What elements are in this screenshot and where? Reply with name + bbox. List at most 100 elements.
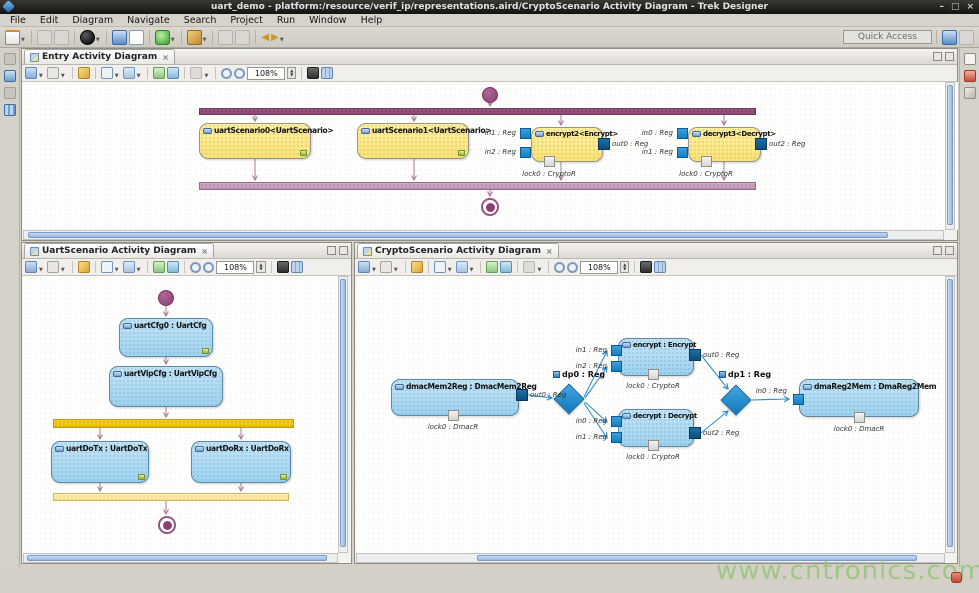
port-lock0[interactable] xyxy=(854,412,865,423)
port-lock0[interactable] xyxy=(648,440,659,451)
node-uartDoRx[interactable]: uartDoRx : UartDoRx xyxy=(191,441,291,483)
perspective-icon[interactable] xyxy=(959,30,974,45)
port-out0[interactable] xyxy=(598,138,610,150)
wand-icon[interactable] xyxy=(187,30,202,45)
chevron-down-icon[interactable]: ▼ xyxy=(372,267,376,273)
export-diagram-icon[interactable] xyxy=(486,261,498,273)
restore-view-icon[interactable] xyxy=(4,87,16,99)
port-lock0[interactable] xyxy=(448,410,459,421)
snapshot-icon[interactable] xyxy=(277,261,289,273)
save-icon[interactable] xyxy=(37,30,52,45)
save-all-icon[interactable] xyxy=(54,30,69,45)
chevron-down-icon[interactable]: ▼ xyxy=(280,37,284,43)
arrange-icon[interactable] xyxy=(25,261,37,273)
join-bar[interactable] xyxy=(53,493,289,501)
scroll-thumb[interactable] xyxy=(947,279,953,547)
chevron-down-icon[interactable]: ▼ xyxy=(61,73,65,79)
open-perspective-icon[interactable] xyxy=(942,30,957,45)
chevron-down-icon[interactable]: ▼ xyxy=(115,73,119,79)
debug-icon[interactable] xyxy=(80,30,95,45)
final-node[interactable] xyxy=(158,516,176,534)
import-diagram-icon[interactable] xyxy=(500,261,512,273)
spin-down-icon[interactable]: ▼ xyxy=(623,267,626,271)
port-out0[interactable] xyxy=(689,349,701,361)
chevron-down-icon[interactable]: ▼ xyxy=(203,37,207,43)
uart-canvas[interactable]: uartCfg0 : UartCfg uartVipCfg : UartVipC… xyxy=(23,276,338,553)
run-icon[interactable] xyxy=(155,30,170,45)
maximize-view-icon[interactable] xyxy=(945,246,954,255)
title-bar[interactable]: uart_demo - platform:/resource/verif_ip/… xyxy=(0,0,979,14)
port-in2[interactable] xyxy=(520,147,531,158)
zoom-stepper[interactable]: ▲ ▼ xyxy=(620,261,629,273)
chevron-down-icon[interactable]: ▼ xyxy=(39,267,43,273)
vertical-scrollbar[interactable] xyxy=(338,276,348,553)
chevron-down-icon[interactable]: ▼ xyxy=(137,73,141,79)
scroll-thumb[interactable] xyxy=(28,232,888,238)
select-shape-icon[interactable] xyxy=(101,67,113,79)
vertical-scrollbar[interactable] xyxy=(945,82,955,230)
restore-view-icon[interactable] xyxy=(4,53,16,65)
entry-canvas[interactable]: uartScenario0<UartScenario> uartScenario… xyxy=(23,82,958,230)
decision-dp0[interactable] xyxy=(553,383,584,414)
snapshot-icon[interactable] xyxy=(640,261,652,273)
node-uartScenario1[interactable]: uartScenario1<UartScenario> xyxy=(357,123,469,159)
close-icon[interactable]: × xyxy=(546,247,553,256)
port-in1[interactable] xyxy=(677,147,688,158)
minimize-view-icon[interactable] xyxy=(933,52,942,61)
arrange-icon[interactable] xyxy=(25,67,37,79)
port-in1[interactable] xyxy=(611,345,622,356)
snapshot-icon[interactable] xyxy=(307,67,319,79)
layers-wand-icon[interactable] xyxy=(78,261,90,273)
minimize-view-icon[interactable] xyxy=(933,246,942,255)
port-in1[interactable] xyxy=(611,432,622,443)
scroll-thumb[interactable] xyxy=(340,279,346,547)
palette-icon[interactable] xyxy=(964,53,976,65)
node-uartVipCfg[interactable]: uartVipCfg : UartVipCfg xyxy=(109,366,223,407)
menu-window[interactable]: Window xyxy=(302,15,353,26)
grid-toggle-icon[interactable] xyxy=(654,261,666,273)
menu-run[interactable]: Run xyxy=(270,15,302,26)
zoom-out-icon[interactable] xyxy=(234,68,245,79)
crypto-canvas[interactable]: dmacMem2Reg : DmacMem2Reg out0 : Reg loc… xyxy=(356,276,945,553)
chevron-down-icon[interactable]: ▼ xyxy=(61,267,65,273)
menu-search[interactable]: Search xyxy=(177,15,224,26)
close-icon[interactable]: × xyxy=(201,247,208,256)
port-in0[interactable] xyxy=(611,416,622,427)
document-icon[interactable] xyxy=(129,30,144,45)
layers-wand-icon[interactable] xyxy=(411,261,423,273)
arrange-icon[interactable] xyxy=(358,261,370,273)
layers-wand-icon[interactable] xyxy=(78,67,90,79)
node-uartDoTx[interactable]: uartDoTx : UartDoTx xyxy=(51,441,149,483)
scroll-thumb[interactable] xyxy=(27,555,327,561)
node-decrypt3[interactable]: decrypt3<Decrypt> xyxy=(688,127,761,162)
zoom-stepper[interactable]: ▲ ▼ xyxy=(256,261,265,273)
minimize-button[interactable]: – xyxy=(939,2,944,12)
port-out2[interactable] xyxy=(755,138,767,150)
tab-cryptoscenario-activity-diagram[interactable]: CryptoScenario Activity Diagram × xyxy=(357,243,559,258)
minimize-view-icon[interactable] xyxy=(327,246,336,255)
port-lock0[interactable] xyxy=(544,156,555,167)
tab-uartscenario-activity-diagram[interactable]: UartScenario Activity Diagram × xyxy=(24,243,214,258)
zoom-out-icon[interactable] xyxy=(203,262,214,273)
import-diagram-icon[interactable] xyxy=(167,261,179,273)
chevron-down-icon[interactable]: ▼ xyxy=(96,37,100,43)
open-view-icon[interactable] xyxy=(112,30,127,45)
join-bar[interactable] xyxy=(199,182,756,190)
chevron-down-icon[interactable]: ▼ xyxy=(21,37,25,43)
final-node[interactable] xyxy=(481,198,499,216)
selection-tool-icon[interactable] xyxy=(964,87,976,99)
align-icon[interactable] xyxy=(123,67,135,79)
chevron-down-icon[interactable]: ▼ xyxy=(394,267,398,273)
grid-toggle-icon[interactable] xyxy=(321,67,333,79)
maximize-button[interactable]: □ xyxy=(951,2,960,12)
zoom-in-icon[interactable] xyxy=(554,262,565,273)
zoom-level-input[interactable]: 108% xyxy=(216,261,254,274)
export-diagram-icon[interactable] xyxy=(153,261,165,273)
tab-entry-activity-diagram[interactable]: Entry Activity Diagram × xyxy=(24,49,175,64)
horizontal-scrollbar[interactable] xyxy=(23,553,338,563)
port-out2[interactable] xyxy=(689,427,701,439)
align-icon[interactable] xyxy=(456,261,468,273)
import-diagram-icon[interactable] xyxy=(167,67,179,79)
node-uartCfg0[interactable]: uartCfg0 : UartCfg xyxy=(119,318,213,357)
properties-view-icon[interactable] xyxy=(964,70,976,82)
